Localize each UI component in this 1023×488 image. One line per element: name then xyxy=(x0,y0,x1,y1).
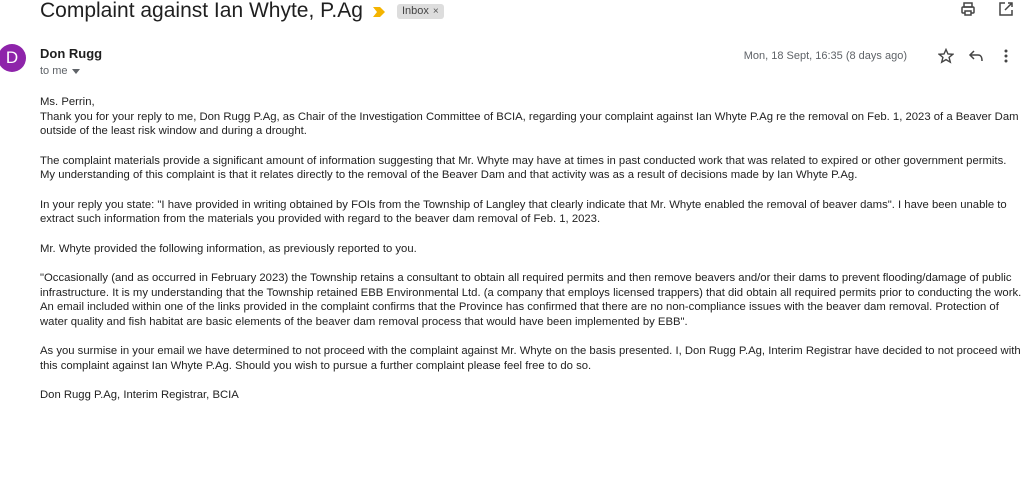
body-paragraph-5: "Occasionally (and as occurred in Februa… xyxy=(40,272,1022,328)
remove-label-icon[interactable]: × xyxy=(433,5,439,18)
greeting: Ms. Perrin, xyxy=(40,96,95,108)
avatar[interactable]: D xyxy=(0,44,26,72)
reply-icon[interactable] xyxy=(967,47,985,65)
print-icon[interactable] xyxy=(959,0,977,18)
body-paragraph-2: The complaint materials provide a signif… xyxy=(40,154,1007,182)
message-body: Ms. Perrin, Thank you for your reply to … xyxy=(40,95,1022,403)
more-vert-icon[interactable] xyxy=(997,47,1015,65)
top-actions xyxy=(959,0,1015,18)
chevron-down-icon xyxy=(71,67,80,76)
recipient-details-toggle[interactable]: to me xyxy=(40,65,80,77)
email-subject: Complaint against Ian Whyte, P.Ag xyxy=(40,0,363,22)
sender-name[interactable]: Don Rugg xyxy=(40,46,102,61)
body-paragraph-1: Thank you for your reply to me, Don Rugg… xyxy=(40,110,1019,138)
inbox-label-chip[interactable]: Inbox × xyxy=(396,3,444,19)
body-paragraph-4: Mr. Whyte provided the following informa… xyxy=(40,242,417,255)
subject-row: Complaint against Ian Whyte, P.Ag Inbox … xyxy=(40,0,444,22)
message-meta: Mon, 18 Sept, 16:35 (8 days ago) xyxy=(744,47,1015,65)
body-paragraph-3: In your reply you state: "I have provide… xyxy=(40,198,1007,226)
star-icon[interactable] xyxy=(937,47,955,65)
importance-marker-icon[interactable] xyxy=(372,5,386,17)
label-text: Inbox xyxy=(401,4,429,17)
recipient-text: to me xyxy=(40,65,68,77)
body-paragraph-6: As you surmise in your email we have det… xyxy=(40,345,1021,372)
signature: Don Rugg P.Ag, Interim Registrar, BCIA xyxy=(40,389,239,401)
open-in-new-window-icon[interactable] xyxy=(997,0,1015,18)
message-date: Mon, 18 Sept, 16:35 (8 days ago) xyxy=(743,50,907,62)
